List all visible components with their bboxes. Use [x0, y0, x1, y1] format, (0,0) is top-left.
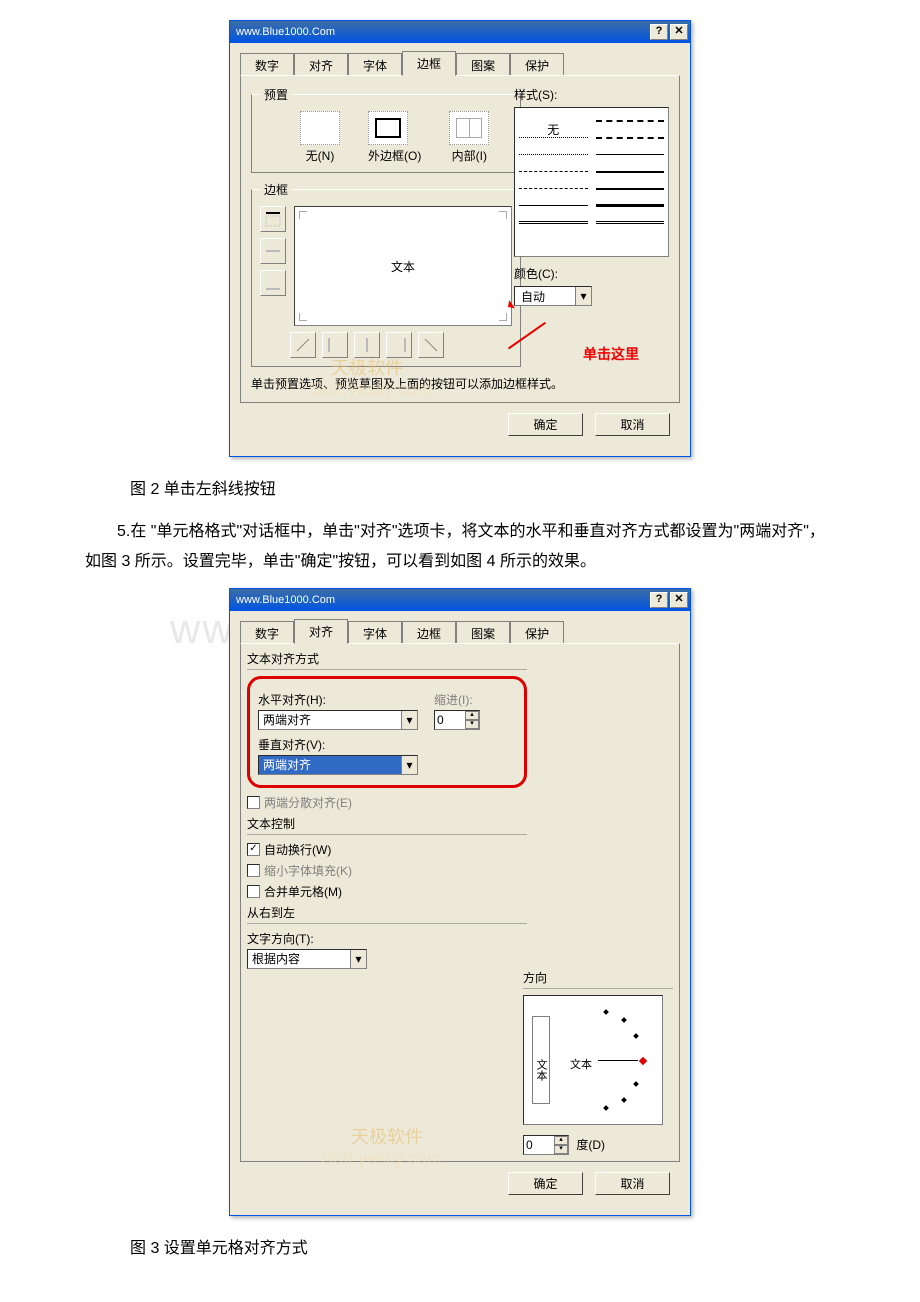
- tab-strip: 数字 对齐 字体 边框 图案 保护: [240, 51, 680, 75]
- distributed-checkbox: 两端分散对齐(E): [247, 794, 527, 811]
- annotation-arrow: 单击这里: [583, 344, 639, 364]
- rtl-group-label: 从右到左: [247, 904, 527, 924]
- degree-input[interactable]: [524, 1136, 554, 1154]
- preset-inner-button[interactable]: [449, 111, 489, 145]
- help-button[interactable]: ?: [650, 24, 668, 40]
- style-label: 样式(S):: [514, 86, 669, 103]
- dropdown-arrow-icon: ▾: [401, 756, 417, 774]
- border-top-button[interactable]: [260, 206, 286, 232]
- ok-button[interactable]: 确定: [508, 413, 583, 436]
- figure-3-caption: 图 3 设置单元格对齐方式: [130, 1234, 860, 1258]
- watermark-soft: 天极软件: [331, 354, 403, 380]
- spin-up-icon[interactable]: ▴: [465, 711, 479, 720]
- preset-outline-button[interactable]: [368, 111, 408, 145]
- preset-inner-label: 内部(I): [449, 147, 489, 164]
- preview-text: 文本: [391, 258, 415, 275]
- title-text: www.Blue1000.Com: [232, 594, 648, 606]
- v-align-label: 垂直对齐(V):: [258, 736, 418, 753]
- spin-up-icon[interactable]: ▴: [554, 1136, 568, 1145]
- line-group: 样式(S): 无 颜色(C): 自动 ▾: [514, 86, 669, 306]
- tab-strip: 数字 对齐 字体 边框 图案 保护: [240, 619, 680, 643]
- tab-number[interactable]: 数字: [240, 621, 294, 645]
- tab-font[interactable]: 字体: [348, 621, 402, 645]
- body-paragraph: 5.在 "单元格格式"对话框中，单击"对齐"选项卡，将文本的水平和垂直对齐方式都…: [60, 517, 860, 578]
- tab-font[interactable]: 字体: [348, 53, 402, 77]
- cancel-button[interactable]: 取消: [595, 413, 670, 436]
- border-diag-up-button[interactable]: [290, 332, 316, 358]
- titlebar: www.Blue1000.Com ? ✕: [230, 589, 690, 611]
- tab-border[interactable]: 边框: [402, 51, 456, 76]
- border-diag-down-button[interactable]: [418, 332, 444, 358]
- control-group-label: 文本控制: [247, 815, 527, 835]
- preset-outline-label: 外边框(O): [368, 147, 421, 164]
- border-preview[interactable]: 文本: [294, 206, 512, 326]
- tab-protect[interactable]: 保护: [510, 621, 564, 645]
- watermark-soft: 天极软件: [351, 1123, 423, 1149]
- merge-checkbox[interactable]: 合并单元格(M): [247, 883, 527, 900]
- close-button[interactable]: ✕: [670, 592, 688, 608]
- cancel-button[interactable]: 取消: [595, 1172, 670, 1195]
- highlight-box: 水平对齐(H): 两端对齐 ▾ 垂直对齐(V): 两端对齐 ▾: [247, 676, 527, 788]
- indent-spinner[interactable]: ▴▾: [434, 710, 480, 730]
- spin-down-icon[interactable]: ▾: [554, 1145, 568, 1154]
- spin-down-icon[interactable]: ▾: [465, 720, 479, 729]
- tab-border[interactable]: 边框: [402, 621, 456, 645]
- close-button[interactable]: ✕: [670, 24, 688, 40]
- text-dir-label: 文字方向(T):: [247, 930, 527, 947]
- shrink-checkbox: 缩小字体填充(K): [247, 862, 527, 879]
- orient-vertical-label: 文本: [532, 1016, 550, 1104]
- text-dir-select[interactable]: 根据内容 ▾: [247, 949, 367, 969]
- indent-label: 缩进(I):: [434, 691, 480, 708]
- align-group-label: 文本对齐方式: [247, 650, 527, 670]
- tab-pattern[interactable]: 图案: [456, 621, 510, 645]
- titlebar: www.Blue1000.Com ? ✕: [230, 21, 690, 43]
- degree-spinner[interactable]: ▴▾: [523, 1135, 569, 1155]
- orient-group-label: 方向: [523, 969, 673, 989]
- preset-legend: 预置: [260, 86, 292, 103]
- figure-2-caption: 图 2 单击左斜线按钮: [130, 475, 860, 499]
- degree-label: 度(D): [576, 1138, 605, 1152]
- border-hmid-button[interactable]: [260, 238, 286, 264]
- ok-button[interactable]: 确定: [508, 1172, 583, 1195]
- preset-group: 预置 无(N) 外边框(O) 内部(I): [251, 86, 521, 173]
- color-value: 自动: [515, 288, 575, 305]
- watermark-url: Soft.yesky.com: [311, 379, 432, 400]
- tab-pattern[interactable]: 图案: [456, 53, 510, 77]
- tab-align[interactable]: 对齐: [294, 619, 348, 644]
- watermark-url: Soft.yesky.com: [321, 1148, 442, 1169]
- color-label: 颜色(C):: [514, 265, 669, 282]
- color-select[interactable]: 自动 ▾: [514, 286, 592, 306]
- preset-none-label: 无(N): [300, 147, 340, 164]
- dropdown-arrow-icon: ▾: [575, 287, 591, 305]
- wrap-checkbox[interactable]: ✓自动换行(W): [247, 841, 527, 858]
- format-cells-dialog-border: www.Blue1000.Com ? ✕ 数字 对齐 字体 边框 图案 保护 预…: [229, 20, 691, 457]
- border-group: 边框 文本: [251, 181, 521, 367]
- title-text: www.Blue1000.Com: [232, 26, 648, 38]
- format-cells-dialog-align: www.Blue1000.Com ? ✕ 数字 对齐 字体 边框 图案 保护 文…: [229, 588, 691, 1216]
- h-align-label: 水平对齐(H):: [258, 691, 418, 708]
- h-align-select[interactable]: 两端对齐 ▾: [258, 710, 418, 730]
- border-bottom-button[interactable]: [260, 270, 286, 296]
- line-style-list[interactable]: 无: [514, 107, 669, 257]
- preset-none-button[interactable]: [300, 111, 340, 145]
- border-legend: 边框: [260, 181, 292, 198]
- v-align-select[interactable]: 两端对齐 ▾: [258, 755, 418, 775]
- indent-input[interactable]: [435, 711, 465, 729]
- tab-protect[interactable]: 保护: [510, 53, 564, 77]
- tab-align[interactable]: 对齐: [294, 53, 348, 77]
- orientation-control[interactable]: 文本 文本: [523, 995, 663, 1125]
- dropdown-arrow-icon: ▾: [401, 711, 417, 729]
- dropdown-arrow-icon: ▾: [350, 950, 366, 968]
- tab-number[interactable]: 数字: [240, 53, 294, 77]
- help-button[interactable]: ?: [650, 592, 668, 608]
